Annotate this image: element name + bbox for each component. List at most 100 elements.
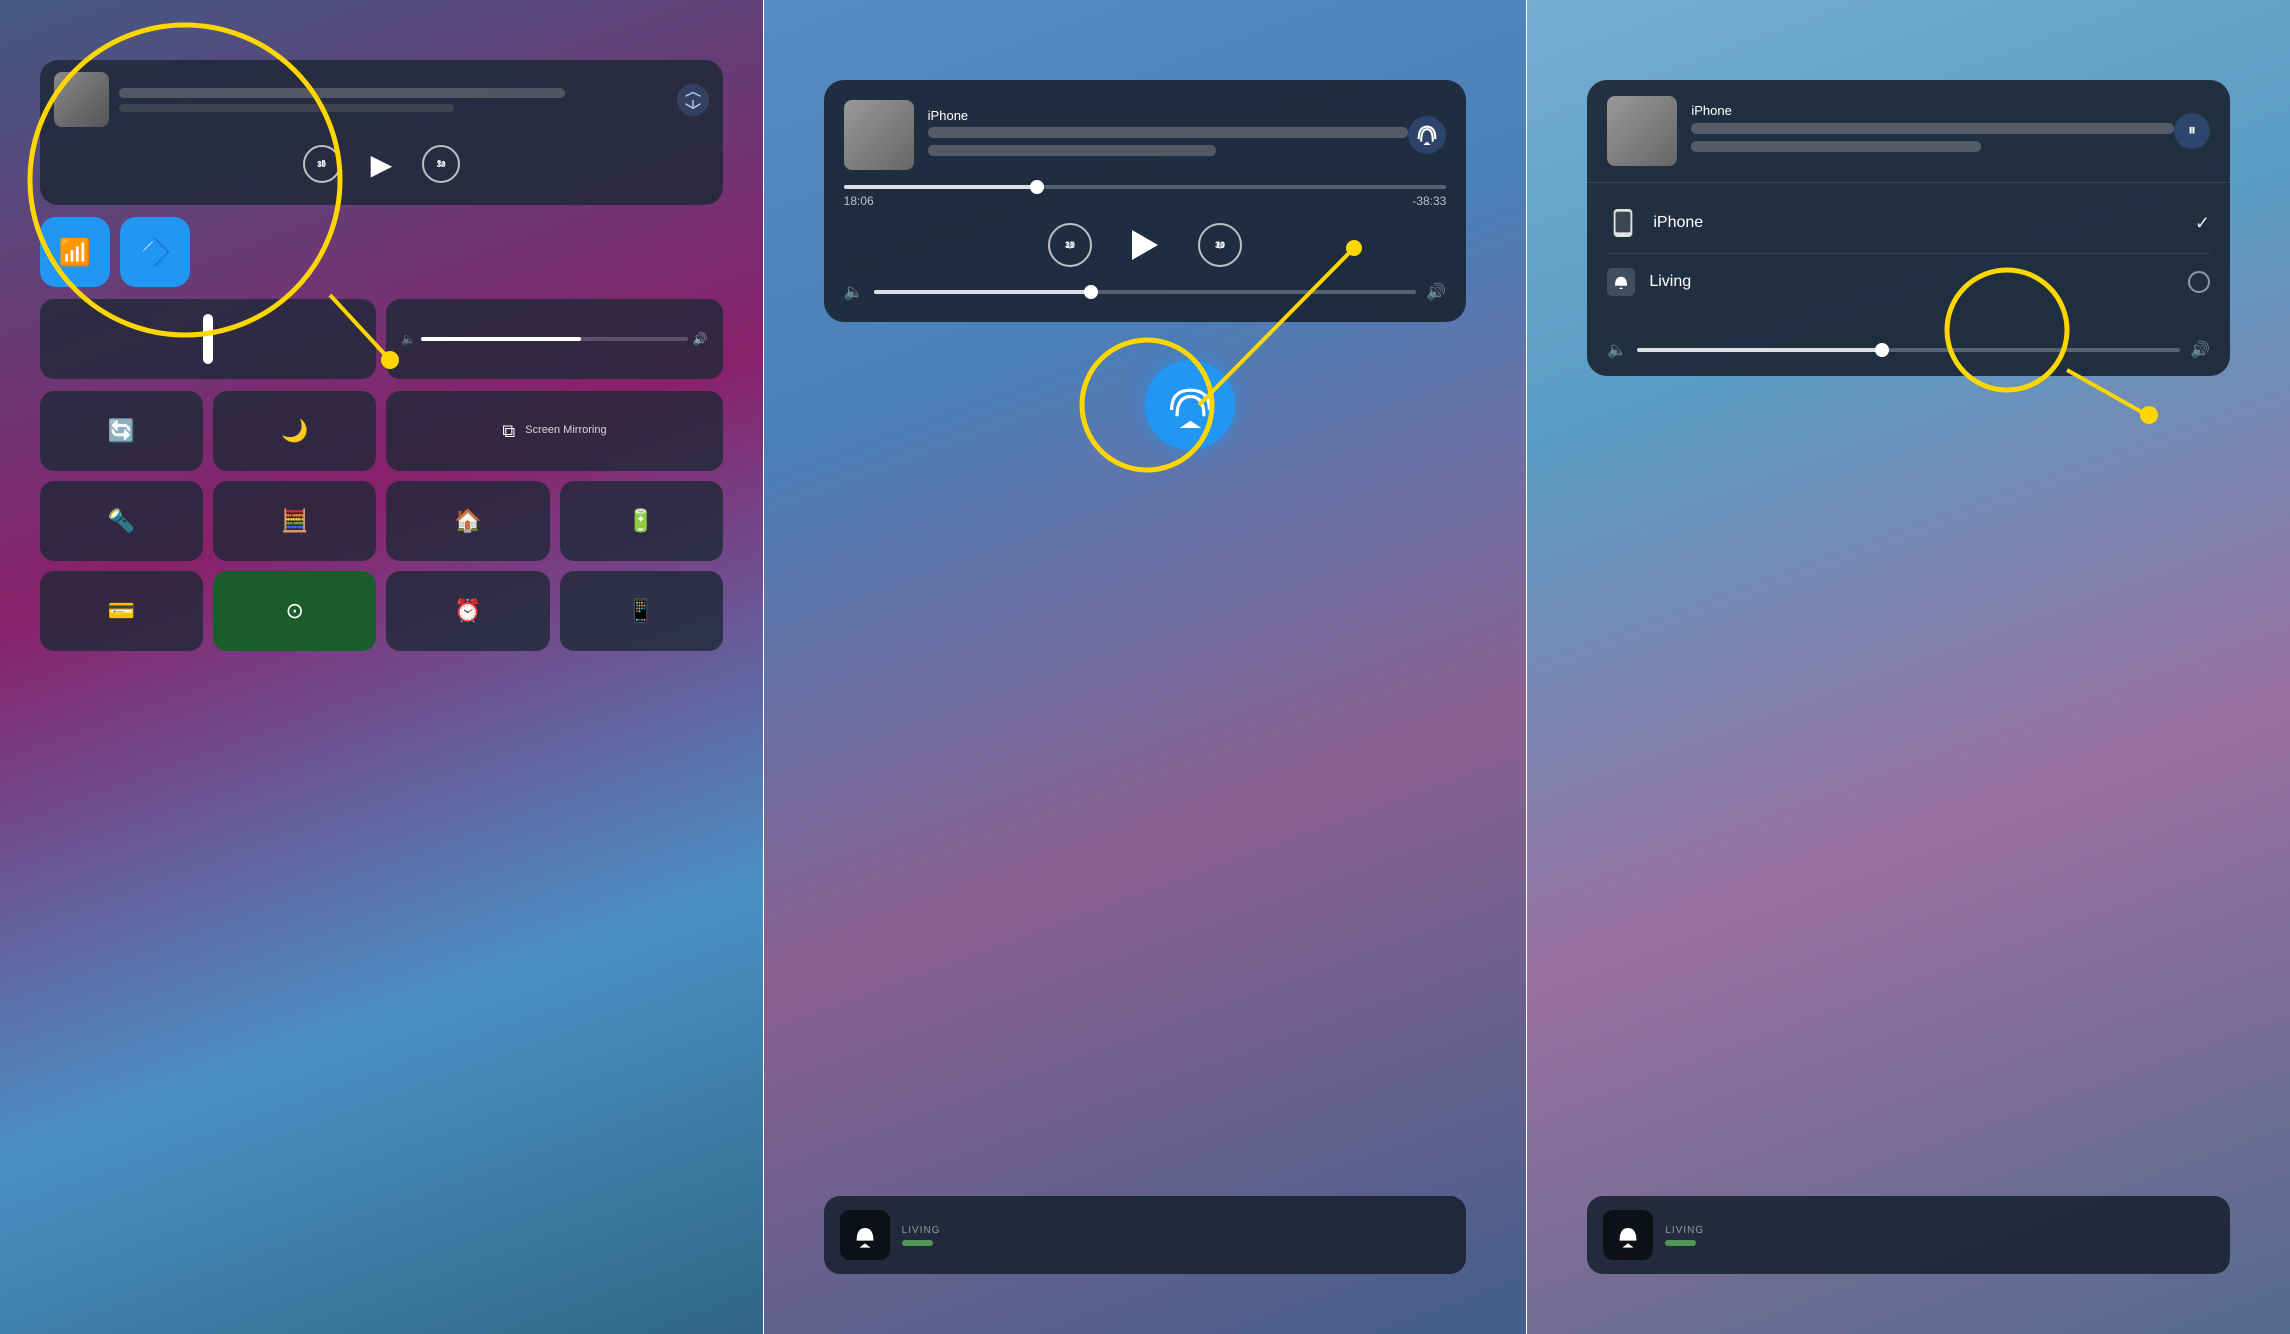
bluetooth-icon: 🔷 — [139, 237, 171, 268]
wallet-button[interactable]: 💳 — [40, 571, 203, 651]
wallet-icon: 💳 — [108, 598, 135, 624]
volume-slider-card[interactable]: 🔈 🔊 — [386, 299, 722, 379]
home-button[interactable]: 🏠 — [386, 481, 549, 561]
album-thumbnail — [54, 72, 109, 127]
device-list-card: iPhone ⏸ iPhone ✓ — [1587, 80, 2230, 376]
slider-row: 🔈 🔊 — [40, 299, 723, 379]
media-header: iPhone — [844, 100, 1447, 170]
clock-icon: ⏰ — [454, 598, 481, 624]
media-subtitle-bar — [119, 104, 454, 112]
appletv-card: LIVING — [824, 1196, 1467, 1274]
device-media-info: iPhone — [1691, 103, 2174, 159]
airplay-button[interactable] — [1408, 116, 1446, 154]
appletv-device-icon — [1607, 268, 1635, 296]
remote-icon: 📱 — [627, 598, 654, 624]
volume-high-icon: 🔊 — [693, 332, 708, 346]
brightness-slider[interactable] — [40, 299, 376, 379]
skip-back-label: 30 — [1065, 240, 1075, 250]
iphone-device-icon — [1607, 207, 1639, 239]
toggle-row: 📶 🔷 — [40, 217, 723, 287]
time-remaining: -38:33 — [1412, 194, 1446, 208]
track-artist-bar — [1691, 141, 1981, 152]
do-not-disturb-button[interactable]: 🌙 — [213, 391, 376, 471]
media-card: ↺ 30 ▶ ↻ 30 — [40, 60, 723, 205]
battery-icon: 🔋 — [627, 508, 654, 534]
iphone-device-name: iPhone — [1653, 214, 2181, 232]
device-volume-row: 🔈 🔊 — [1587, 330, 2230, 376]
skip-back-button[interactable]: ↺ 30 — [303, 145, 341, 183]
appletv-info: LIVING — [902, 1225, 941, 1246]
screen-mirroring-button[interactable]: ⧉ Screen Mirroring — [386, 391, 722, 471]
volume-high-icon: 🔊 — [1426, 282, 1446, 302]
iphone-checkmark: ✓ — [2195, 213, 2210, 234]
moon-icon: 🌙 — [281, 418, 308, 444]
screen-mirroring-label: Screen Mirroring — [525, 424, 606, 437]
panel-1: ↺ 30 ▶ ↻ 30 📶 🔷 — [0, 0, 763, 1334]
device-name-label: iPhone — [1691, 103, 2174, 118]
appletv-progress-bar — [902, 1240, 933, 1246]
device-volume-slider[interactable] — [1637, 348, 2180, 352]
screen-mirroring-icon: ⧉ — [502, 421, 515, 442]
volume-row: 🔈 🔊 — [844, 282, 1447, 302]
clock-button[interactable]: ⏰ — [386, 571, 549, 651]
calculator-button[interactable]: 🧮 — [213, 481, 376, 561]
icon-grid: 🔄 🌙 ⧉ Screen Mirroring 🔦 🧮 🏠 🔋 � — [40, 391, 723, 651]
wifi-icon: 📶 — [59, 237, 91, 268]
device-header: iPhone ⏸ — [1587, 80, 2230, 183]
skip-forward-30-button[interactable]: ↻ 30 — [1198, 223, 1242, 267]
media-info — [119, 88, 677, 112]
remote-button[interactable]: 📱 — [560, 571, 723, 651]
skip-forward-label: 30 — [1215, 240, 1225, 250]
appletv-info-panel3: LIVING — [1665, 1225, 1704, 1246]
panel-2: iPhone 18:06 -38:33 — [763, 0, 1528, 1334]
living-radio-button[interactable] — [2188, 271, 2210, 293]
appletv-label-panel3: LIVING — [1665, 1225, 1704, 1236]
play-button[interactable] — [1132, 230, 1158, 260]
track-artist-bar — [928, 145, 1216, 156]
airplay-button-small[interactable] — [677, 84, 709, 116]
appletv-label: LIVING — [902, 1225, 941, 1236]
bluetooth-toggle[interactable]: 🔷 — [120, 217, 190, 287]
volume-high-icon: 🔊 — [2190, 340, 2210, 360]
airplay-highlighted-button[interactable] — [1145, 360, 1235, 450]
battery-button[interactable]: 🔋 — [560, 481, 723, 561]
skip-back-label: 30 — [317, 160, 326, 169]
progress-bar[interactable]: 18:06 -38:33 — [844, 185, 1447, 208]
screen-lock-icon: 🔄 — [108, 418, 135, 444]
device-list: iPhone ✓ Living — [1587, 183, 2230, 320]
calculator-icon: 🧮 — [281, 508, 308, 534]
volume-low-icon: 🔈 — [844, 282, 864, 302]
control-center: ↺ 30 ▶ ↻ 30 📶 🔷 — [40, 60, 723, 1274]
device-item-iphone[interactable]: iPhone ✓ — [1587, 193, 2230, 253]
volume-slider[interactable] — [874, 290, 1417, 294]
appletv-logo — [840, 1210, 890, 1260]
skip-forward-label: 30 — [437, 160, 446, 169]
device-album-art — [1607, 96, 1677, 166]
living-device-name: Living — [1649, 273, 2174, 291]
camera-icon: ⊙ — [286, 598, 304, 624]
panel-3: iPhone ⏸ iPhone ✓ — [1527, 0, 2290, 1334]
media-controls: ↺ 30 ▶ ↻ 30 — [54, 135, 709, 193]
camera-button[interactable]: ⊙ — [213, 571, 376, 651]
wifi-toggle[interactable]: 📶 — [40, 217, 110, 287]
device-item-living[interactable]: Living — [1587, 254, 2230, 310]
device-name-label: iPhone — [928, 108, 1409, 123]
skip-back-30-button[interactable]: ↺ 30 — [1048, 223, 1092, 267]
volume-low-icon: 🔈 — [401, 332, 416, 346]
now-playing-card: iPhone 18:06 -38:33 — [824, 80, 1467, 322]
home-icon: 🏠 — [454, 508, 481, 534]
volume-low-icon: 🔈 — [1607, 340, 1627, 360]
play-pause-button[interactable]: ⏸ — [2174, 113, 2210, 149]
appletv-card-panel3: LIVING — [1587, 1196, 2230, 1274]
flashlight-icon: 🔦 — [108, 508, 135, 534]
media-text: iPhone — [928, 108, 1409, 163]
track-title-bar — [1691, 123, 2174, 134]
screen-lock-button[interactable]: 🔄 — [40, 391, 203, 471]
time-elapsed: 18:06 — [844, 194, 874, 208]
playback-controls: ↺ 30 ↻ 30 — [844, 223, 1447, 267]
play-button[interactable]: ▶ — [371, 148, 393, 181]
appletv-bar-panel3 — [1665, 1240, 1696, 1246]
media-title-bar — [119, 88, 565, 98]
skip-forward-button[interactable]: ↻ 30 — [422, 145, 460, 183]
flashlight-button[interactable]: 🔦 — [40, 481, 203, 561]
